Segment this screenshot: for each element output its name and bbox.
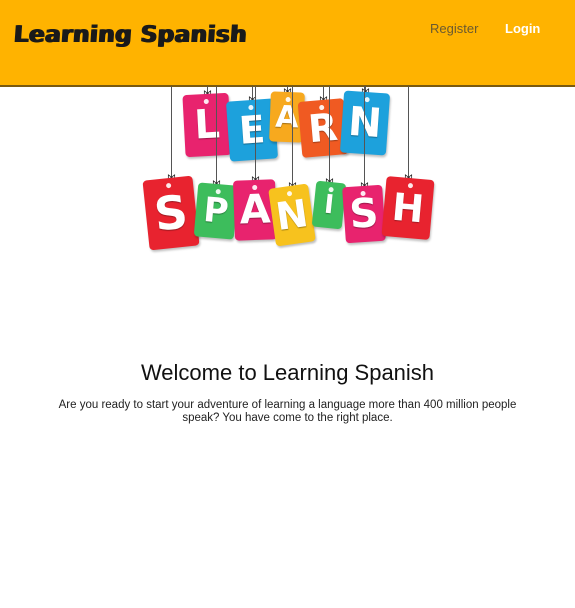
brand-logo[interactable]: Learning Spanish [13, 22, 248, 48]
letter-tag: S [342, 184, 386, 244]
letter-card: L [182, 92, 232, 158]
letter-card: H [381, 176, 435, 240]
intro-text: Are you ready to start your adventure of… [58, 399, 517, 424]
page-title: Welcome to Learning Spanish [140, 360, 435, 385]
letter-card: S [342, 184, 386, 244]
hanging-string [171, 86, 172, 182]
letter-tag: I [311, 180, 347, 230]
letter-card: N [339, 90, 391, 156]
hanging-string [292, 86, 293, 190]
learn-spanish-banner: ⋈L⋈E⋈A⋈R⋈N⋈S⋈P⋈A⋈N⋈I⋈S⋈H [140, 86, 435, 256]
login-link[interactable]: Login [505, 21, 540, 36]
navbar: Learning Spanish Register Login [0, 0, 575, 87]
register-link[interactable]: Register [430, 21, 478, 36]
letter-tag: P [193, 182, 239, 240]
hanging-string [364, 86, 365, 190]
letter-card: I [311, 180, 347, 230]
letter-tag: N [339, 90, 391, 156]
letter-card: P [193, 182, 239, 240]
letter-tag: S [142, 175, 200, 251]
letter-card: N [268, 183, 316, 247]
hanging-string [255, 86, 256, 184]
hanging-string [216, 86, 217, 188]
letter-tag: N [268, 183, 316, 247]
hanging-string [408, 86, 409, 182]
hanging-string [329, 86, 330, 186]
letter-tag: H [381, 176, 435, 240]
letter-tag: L [182, 92, 232, 158]
letter-card: S [142, 175, 200, 251]
